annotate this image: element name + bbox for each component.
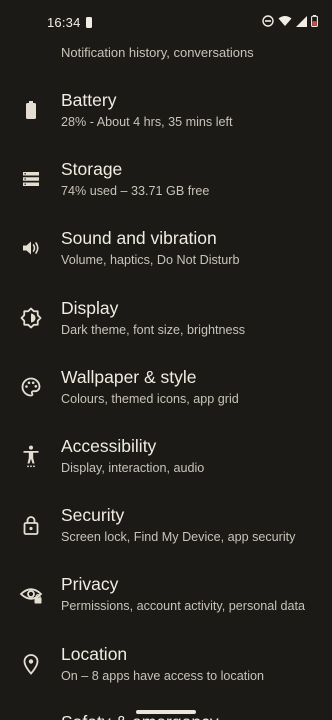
settings-item-wallpaper[interactable]: Wallpaper & style Colours, themed icons,… xyxy=(0,363,332,432)
accessibility-icon xyxy=(23,445,39,468)
settings-item-title: Battery xyxy=(61,90,117,110)
storage-icon xyxy=(23,172,39,187)
settings-item-subtitle: Volume, haptics, Do Not Disturb xyxy=(61,253,240,268)
settings-item-subtitle: Notification history, conversations xyxy=(61,45,254,60)
settings-item-accessibility[interactable]: Accessibility Display, interaction, audi… xyxy=(0,432,332,501)
settings-item-subtitle: Permissions, account activity, personal … xyxy=(61,599,306,614)
signal-icon xyxy=(296,15,307,27)
status-time: 16:34 xyxy=(47,15,81,30)
settings-item-subtitle: Dark theme, font size, brightness xyxy=(61,322,246,337)
palette-icon xyxy=(21,377,41,397)
settings-item-title: Accessibility xyxy=(61,435,157,456)
status-bar: 16:34 xyxy=(0,0,332,44)
settings-item-security[interactable]: Security Screen lock, Find My Device, ap… xyxy=(0,501,332,570)
sound-icon xyxy=(23,241,39,255)
gesture-nav-handle[interactable] xyxy=(136,710,196,714)
display-icon xyxy=(20,307,42,328)
notification-icon xyxy=(86,17,92,28)
settings-item-title: Location xyxy=(61,643,128,664)
wifi-icon xyxy=(278,16,292,26)
settings-item-sound[interactable]: Sound and vibration Volume, haptics, Do … xyxy=(0,224,332,293)
settings-item-location[interactable]: Location On – 8 apps have access to loca… xyxy=(0,640,332,709)
location-pin-icon xyxy=(23,653,39,675)
settings-item-title: Display xyxy=(61,297,119,318)
settings-item-subtitle: Colours, themed icons, app grid xyxy=(61,391,239,406)
do-not-disturb-icon xyxy=(262,15,274,27)
settings-item-storage[interactable]: Storage 74% used – 33.71 GB free xyxy=(0,155,332,224)
settings-item-title: Sound and vibration xyxy=(61,228,217,249)
settings-item-privacy[interactable]: Privacy Permissions, account activity, p… xyxy=(0,570,332,639)
settings-item-subtitle: 74% used – 33.71 GB free xyxy=(61,184,210,199)
settings-item-title: Storage xyxy=(61,159,123,180)
status-icons xyxy=(262,15,318,27)
settings-item-subtitle: 28% - About 4 hrs, 35 mins left xyxy=(61,115,233,129)
settings-item-title: Security xyxy=(61,505,125,526)
settings-item-title: Privacy xyxy=(61,574,119,595)
settings-item-battery[interactable]: Battery 28% - About 4 hrs, 35 mins left xyxy=(0,86,332,155)
settings-item-subtitle: Screen lock, Find My Device, app securit… xyxy=(61,530,296,545)
lock-icon xyxy=(23,516,39,536)
battery-icon xyxy=(26,101,36,119)
settings-item-title: Wallpaper & style xyxy=(61,366,197,387)
settings-screen: 16:34 Notification history, conversation… xyxy=(0,0,332,720)
battery-low-icon xyxy=(311,15,318,27)
settings-item-subtitle: Display, interaction, audio xyxy=(61,460,205,475)
privacy-eye-icon xyxy=(19,588,43,604)
settings-item-subtitle: On – 8 apps have access to location xyxy=(61,668,265,683)
settings-list: Battery 28% - About 4 hrs, 35 mins left … xyxy=(0,86,332,709)
settings-item-display[interactable]: Display Dark theme, font size, brightnes… xyxy=(0,294,332,363)
